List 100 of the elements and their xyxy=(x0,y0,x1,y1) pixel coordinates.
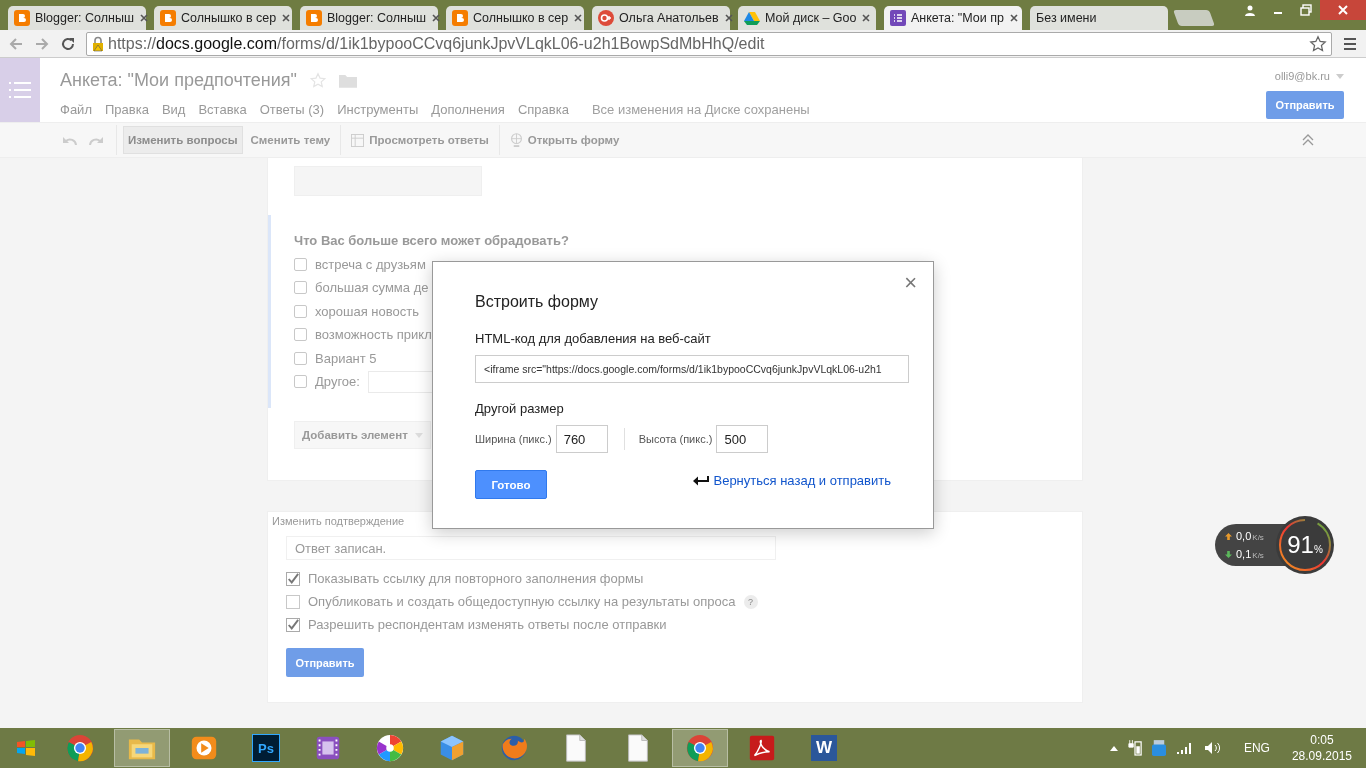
browser-tab[interactable]: Мой диск – Goo xyxy=(738,6,876,30)
height-field[interactable]: 500 xyxy=(716,425,769,453)
new-tab-button[interactable] xyxy=(1173,10,1215,26)
checkbox[interactable] xyxy=(294,351,307,365)
checkbox[interactable] xyxy=(286,571,300,586)
back-link[interactable]: Вернуться назад и отправить xyxy=(713,472,891,488)
date: 28.09.2015 xyxy=(1291,749,1352,763)
option-label: большая сумма де xyxy=(315,280,429,296)
back-icon[interactable] xyxy=(8,35,24,52)
setting-label: Разрешить респондентам изменять ответы после отправки xyxy=(308,617,667,632)
taskbar-button[interactable] xyxy=(672,729,728,767)
close-icon[interactable] xyxy=(861,13,872,23)
browser-tab[interactable]: Blogger: Солныш xyxy=(8,6,146,30)
taskbar-button[interactable]: W xyxy=(796,729,852,767)
width-field[interactable]: 760 xyxy=(555,425,608,453)
close-icon[interactable] xyxy=(573,13,584,23)
star-icon[interactable] xyxy=(1309,34,1327,53)
circle-icon xyxy=(598,10,614,26)
browser-tab[interactable]: Солнышко в сер xyxy=(446,6,584,30)
clock[interactable]: 0:05 28.09.2015 xyxy=(1291,733,1352,763)
checkbox[interactable] xyxy=(294,257,307,271)
volume-icon[interactable] xyxy=(1203,741,1222,755)
done-button[interactable]: Готово xyxy=(475,470,547,499)
send-button[interactable]: Отправить xyxy=(1266,91,1344,119)
language-indicator[interactable]: ENG xyxy=(1243,741,1270,755)
menu-item[interactable]: Вид xyxy=(161,102,186,117)
account-menu[interactable]: olli9@bk.ru xyxy=(1274,70,1344,82)
menu-item[interactable]: Справка xyxy=(517,102,569,117)
height-label: Высота (пикс.) xyxy=(638,433,713,445)
toolbar-button[interactable]: Сменить тему xyxy=(246,126,335,154)
close-icon[interactable] xyxy=(1009,13,1019,23)
upload-speed: 0,0 xyxy=(1236,530,1252,542)
warning-lock-icon xyxy=(91,35,105,52)
percent-sign: % xyxy=(1313,543,1323,555)
menu-item[interactable]: Дополнения xyxy=(431,102,505,117)
toolbar-button[interactable]: Открыть форму xyxy=(505,126,624,154)
signal-icon[interactable] xyxy=(1175,741,1194,755)
close-icon[interactable] xyxy=(138,13,149,23)
submit-button[interactable]: Отправить xyxy=(286,648,364,677)
browser-tab[interactable]: Солнышко в сер xyxy=(154,6,292,30)
section-label: Изменить подтверждение xyxy=(272,515,405,527)
browser-tab[interactable]: Без имени xyxy=(1030,6,1168,30)
add-item-button[interactable]: Добавить элемент xyxy=(294,421,431,449)
speed-unit: K/s xyxy=(1252,533,1264,542)
checkbox[interactable] xyxy=(294,375,307,389)
confirmation-field[interactable]: Ответ записан. xyxy=(286,536,776,560)
help-icon[interactable]: ? xyxy=(743,594,758,609)
checkbox[interactable] xyxy=(294,304,307,318)
toolbar-button[interactable]: Просмотреть ответы xyxy=(347,126,493,154)
option-label: Другое: xyxy=(315,374,360,390)
menu-item[interactable]: Инструменты xyxy=(337,102,419,117)
checkbox[interactable] xyxy=(286,617,300,632)
checkbox[interactable] xyxy=(294,281,307,295)
section-label: Другой размер xyxy=(475,401,564,416)
restore-icon xyxy=(1300,4,1312,16)
chrome-icon xyxy=(685,733,715,763)
form-icon xyxy=(890,10,906,26)
show-hidden-icons[interactable] xyxy=(1109,745,1118,751)
usage-percent: 91 xyxy=(1287,531,1314,559)
menu-item[interactable]: Файл xyxy=(60,102,92,117)
embed-code-field[interactable]: <iframe src="https://docs.google.com/forms/d/1ik1bypooCCvq6junkJpvVLqkL06-u2h1 xyxy=(475,355,909,383)
usb-device-icon[interactable] xyxy=(1151,740,1166,756)
user-icon xyxy=(1244,4,1256,16)
caret-icon xyxy=(1336,73,1344,79)
menu-item[interactable]: Правка xyxy=(104,102,149,117)
option-label: встреча с друзьям xyxy=(315,256,426,272)
taskbar-button[interactable]: Ps xyxy=(238,729,294,767)
forward-icon[interactable] xyxy=(34,35,50,52)
chrome-icon xyxy=(65,733,95,763)
setting-label: Опубликовать и создать общедоступную ссылку на результаты опроса xyxy=(308,594,736,609)
reload-icon[interactable] xyxy=(60,35,76,52)
address-bar[interactable]: https://docs.google.com/forms/d/1ik1bypooCCvq6junkJpvVLqkL06-u2h1BowpSdMbHhQ/edit xyxy=(86,31,1332,56)
toolbar-button[interactable]: Изменить вопросы xyxy=(123,126,243,154)
download-speed: 0,1 xyxy=(1236,548,1252,560)
close-icon[interactable] xyxy=(281,13,292,23)
close-button[interactable]: × xyxy=(904,272,917,294)
checkbox[interactable] xyxy=(294,328,307,342)
download-arrow-icon xyxy=(1225,551,1232,558)
close-icon[interactable] xyxy=(723,13,734,23)
question-title: Что Вас больше всего может обрадовать? xyxy=(294,233,570,248)
drive-icon xyxy=(744,10,760,26)
battery-icon[interactable] xyxy=(1127,740,1142,756)
checkbox[interactable] xyxy=(286,594,300,609)
upload-arrow-icon xyxy=(1225,533,1232,540)
blogger-icon xyxy=(160,10,176,26)
document-title[interactable]: Анкета: "Мои предпочтения" xyxy=(60,69,297,91)
browser-tab[interactable]: Анкета: "Мои пр xyxy=(884,6,1022,30)
menu-item[interactable]: Ответы (3) xyxy=(259,102,325,117)
caret-icon xyxy=(415,432,423,438)
close-icon[interactable] xyxy=(430,13,441,23)
close-window-button[interactable] xyxy=(1320,0,1366,20)
dialog-title: Встроить форму xyxy=(475,293,598,311)
browser-tab[interactable]: Ольга Анатольев xyxy=(592,6,730,30)
menu-icon[interactable] xyxy=(1342,35,1358,52)
collapse-icon[interactable] xyxy=(1302,134,1314,146)
option-label: возможность прикл xyxy=(315,327,432,343)
browser-tab[interactable]: Blogger: Солныш xyxy=(300,6,438,30)
setting-label: Показывать ссылку для повторного заполнения формы xyxy=(308,571,644,586)
menu-item[interactable]: Вставка xyxy=(198,102,247,117)
globe-icon xyxy=(509,132,523,148)
